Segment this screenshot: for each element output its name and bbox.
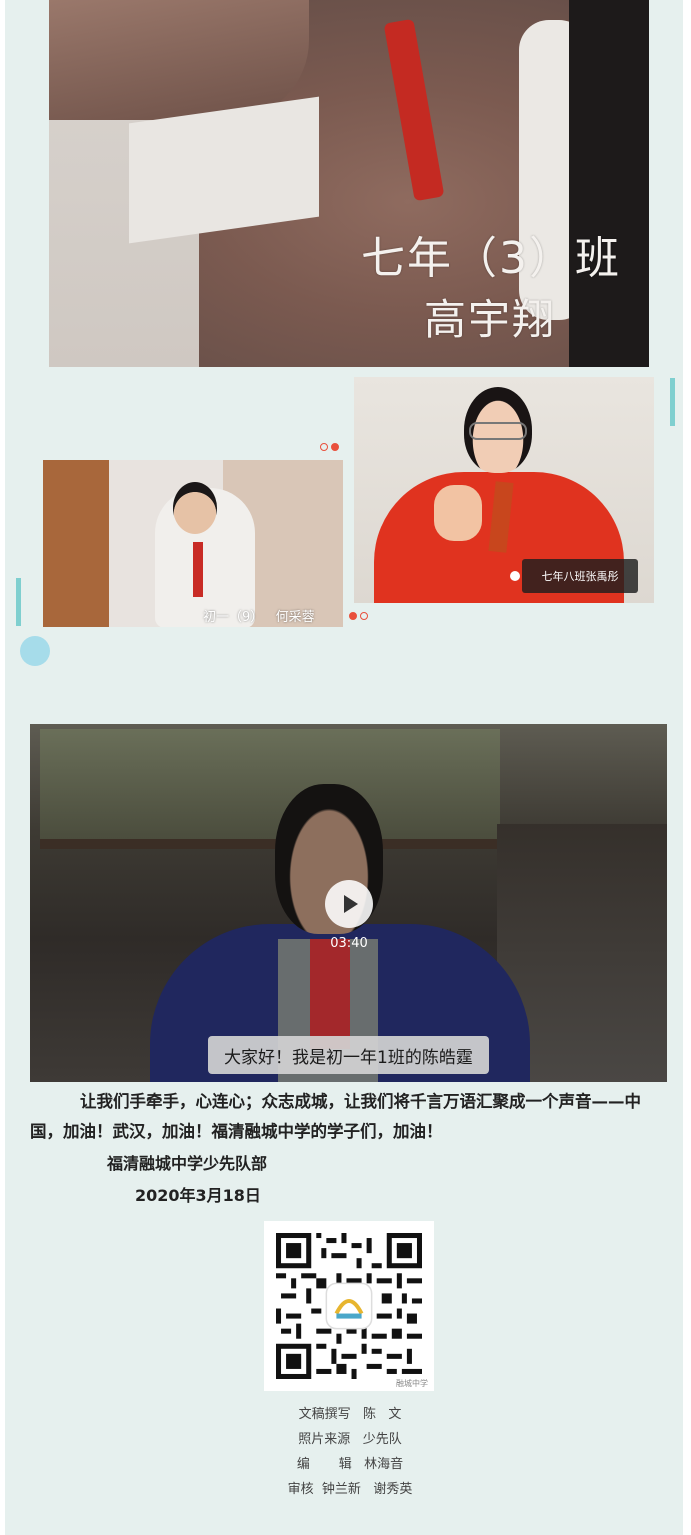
qr-code[interactable]: 融城中学 <box>264 1221 434 1391</box>
play-icon <box>344 895 358 913</box>
photo-name-tag: 七年八班张禹彤 <box>522 559 638 593</box>
carousel-indicator-left[interactable] <box>320 443 339 451</box>
tag-dot-icon <box>510 571 520 581</box>
student-photo-top: 七年（3）班 高宇翔 <box>49 0 649 367</box>
article-date: 2020年3月18日 <box>135 1186 261 1205</box>
article-signature: 福清融城中学少先队部 <box>107 1154 268 1173</box>
play-button[interactable] <box>325 880 373 928</box>
red-scarf <box>193 542 203 597</box>
carousel-dot-active[interactable] <box>349 612 357 620</box>
carousel-dot-active[interactable] <box>331 443 339 451</box>
accent-bar-right <box>670 378 675 426</box>
thumbs-up-hand <box>434 485 482 541</box>
article-page: 七年（3）班 高宇翔 初一（9） 何采蓉 七年八班张禹彤 03:40 大家好！我… <box>5 0 683 1535</box>
video-background-painting <box>40 729 500 849</box>
red-scarf <box>383 18 445 202</box>
decorative-circle <box>20 636 50 666</box>
photo-glasses <box>469 422 527 440</box>
photo-jacket-panel <box>129 96 319 244</box>
credit-reviewers: 审核 钟兰新 谢秀英 <box>287 1482 413 1497</box>
photo-caption: 初一（9） 何采蓉 <box>203 610 315 625</box>
article-paragraph: 让我们手牵手，心连心；众志成城，让我们将千言万语汇聚成一个声音——中国，加油！武… <box>30 1092 641 1141</box>
credit-writer: 文稿撰写 陈 文 <box>298 1407 402 1422</box>
qr-code-icon <box>276 1233 422 1379</box>
credit-photos: 照片来源 少先队 <box>298 1432 402 1447</box>
red-scarf <box>310 939 350 1049</box>
carousel-dot[interactable] <box>360 612 368 620</box>
credits-block: 文稿撰写 陈 文 照片来源 少先队 编 辑 林海音 审核 钟兰新 谢秀英 <box>245 1402 455 1502</box>
video-player[interactable]: 03:40 大家好！我是初一年1班的陈皓霆 <box>30 724 667 1082</box>
credit-editor: 编 辑 林海音 <box>296 1457 404 1472</box>
student-photo-right[interactable]: 七年八班张禹彤 <box>354 377 654 603</box>
carousel-dot[interactable] <box>320 443 328 451</box>
accent-bar-left <box>16 578 21 626</box>
student-photo-left[interactable]: 初一（9） 何采蓉 <box>43 460 343 627</box>
carousel-indicator-right[interactable] <box>349 612 368 620</box>
video-subtitle: 大家好！我是初一年1班的陈皓霆 <box>208 1036 489 1074</box>
photo-caption-name: 高宇翔 <box>424 295 557 344</box>
photo-caption-class: 七年（3）班 <box>361 233 621 284</box>
article-body: 让我们手牵手，心连心；众志成城，让我们将千言万语汇聚成一个声音——中国，加油！武… <box>30 1087 670 1147</box>
video-duration: 03:40 <box>330 936 368 951</box>
qr-label: 融城中学 <box>396 1379 428 1388</box>
photo-dark-edge <box>569 0 649 367</box>
photo-head <box>173 482 217 534</box>
photo-sleeve <box>49 0 309 120</box>
